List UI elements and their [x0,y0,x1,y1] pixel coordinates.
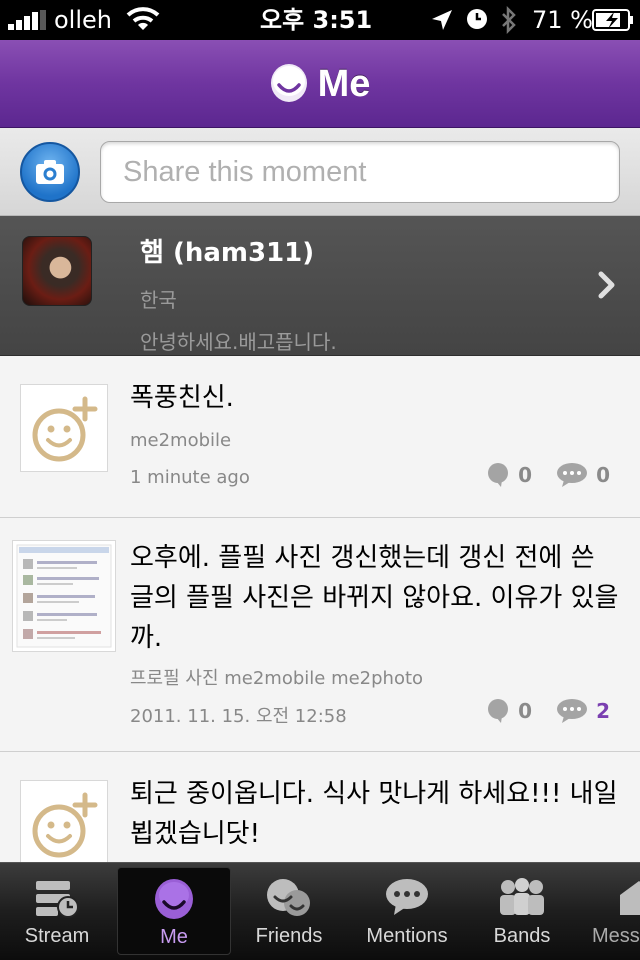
tab-bands[interactable]: Bands [465,867,579,955]
profile-bio: 안녕하세요.배고픕니다. [140,330,337,354]
post-tags: 프로필 사진 me2mobile me2photo [130,668,424,689]
nav-header: Me [0,40,640,128]
comment-bubble-icon [557,463,588,487]
status-bar: olleh 오후 3:51 71 % [0,0,640,40]
tab-me[interactable]: Me [117,867,231,955]
messages-icon [620,881,640,915]
comment-count[interactable]: 2 [556,698,610,724]
page-title: Me [317,62,371,105]
default-smile-thumbnail-icon [20,780,108,868]
me-smile-icon [155,879,193,919]
me2day-smile-logo-icon [270,63,308,105]
wifi-icon [126,6,160,32]
share-bar: Share this moment [0,128,640,216]
mentions-icon [386,879,428,915]
metoo-bubble-icon [488,699,509,723]
status-time: 오후 3:51 [260,6,373,34]
post-text: 오후에. 플필 사진 갱신했는데 갱신 전에 쓴 글의 플필 사진은 바뀌지 않… [130,543,619,653]
default-smile-thumbnail-icon [20,384,108,472]
list-item[interactable]: 오후에. 플필 사진 갱신했는데 갱신 전에 쓴 글의 플필 사진은 바뀌지 않… [0,518,640,752]
metoo-bubble-icon [488,463,509,487]
profile-name: 햄 (ham311) [140,238,315,268]
stream-icon [36,881,79,918]
alarm-clock-icon [466,8,488,30]
avatar [22,236,92,306]
tab-bar: Stream Me Friends Mentions Bands Mess [0,862,640,960]
post-tags: me2mobile [130,430,232,451]
friends-icon [267,879,310,916]
post-time: 1 minute ago [130,467,250,488]
profile-row[interactable]: 햄 (ham311) 한국 안녕하세요.배고픕니다. [0,216,640,356]
battery-percentage: 71 % [532,6,593,34]
bluetooth-icon [500,5,518,35]
tab-mentions[interactable]: Mentions [350,867,464,955]
location-arrow-icon [430,8,454,32]
camera-button[interactable] [20,142,80,202]
bands-icon [500,878,544,915]
signal-icon [8,10,50,30]
post-text: 퇴근 중이옵니다. 식사 맛나게 하세요!!! 내일 뵙겠습니닷! [130,779,618,849]
battery-icon [592,9,634,31]
list-item[interactable]: 폭풍친신. me2mobile 1 minute ago 0 0 [0,356,640,518]
camera-icon [36,160,64,184]
chevron-right-icon [596,270,618,300]
profile-country: 한국 [140,288,177,312]
like-count[interactable]: 0 [486,698,532,724]
carrier-label: olleh [54,6,112,34]
share-moment-input[interactable]: Share this moment [100,141,620,203]
comment-bubble-icon [557,699,588,723]
post-photo-thumbnail [12,540,116,652]
tab-friends[interactable]: Friends [232,867,346,955]
tab-messages[interactable]: Mess [580,867,640,955]
tab-stream[interactable]: Stream [0,867,114,955]
like-count[interactable]: 0 [486,462,532,488]
post-text: 폭풍친신. [130,383,234,413]
post-time: 2011. 11. 15. 오전 12:58 [130,706,347,727]
comment-count[interactable]: 0 [556,462,610,488]
